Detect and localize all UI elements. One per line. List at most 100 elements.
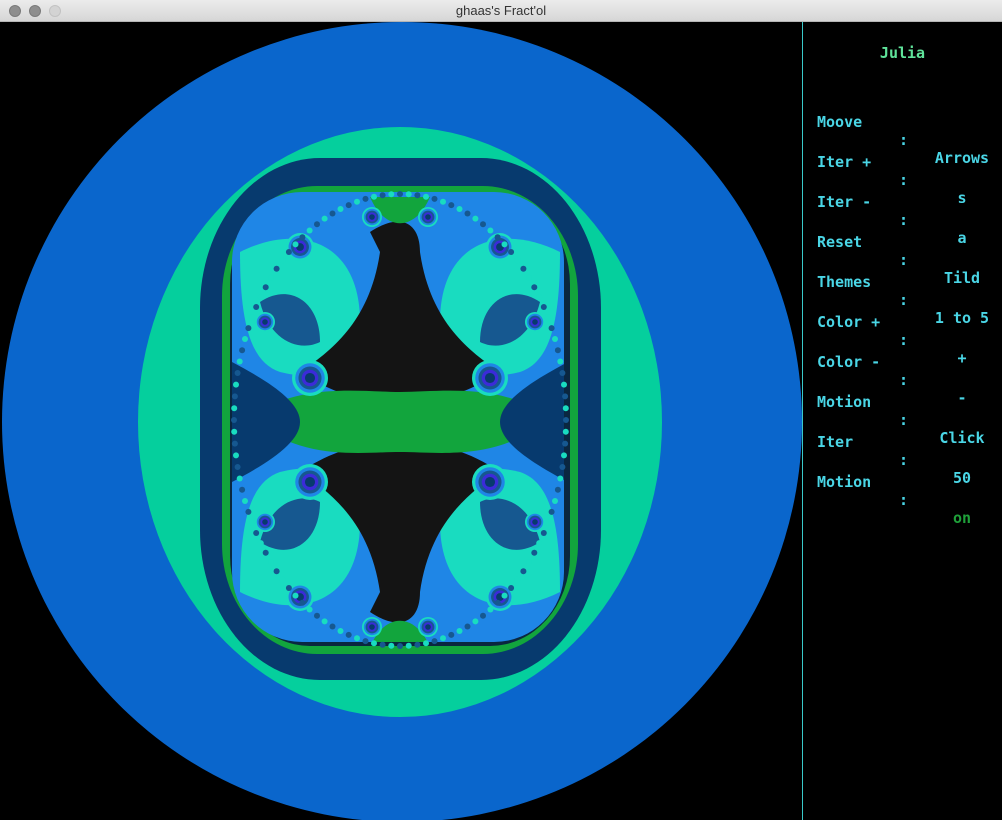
- fractal-border-bead: [233, 381, 239, 388]
- row-sep: :: [899, 291, 909, 309]
- fractal-border-bead: [257, 540, 264, 547]
- row-value: Tild: [943, 269, 981, 287]
- row-sep: :: [899, 251, 909, 269]
- fractal-border-bead: [321, 215, 328, 222]
- fractal-border-bead: [253, 304, 260, 310]
- fractal-border-bead: [371, 640, 377, 647]
- row-reset: Reset : Tild: [817, 215, 980, 287]
- fractal-spiral-ring: [304, 476, 316, 488]
- fractal-border-bead: [379, 641, 386, 648]
- fractal-border-bead: [456, 206, 463, 212]
- fractal-border-bead: [487, 606, 494, 613]
- julia-fractal-render[interactable]: [0, 22, 802, 820]
- fractal-border-bead: [234, 464, 241, 470]
- fractal-border-bead: [536, 540, 543, 547]
- fractal-border-bead: [544, 519, 551, 526]
- row-value: s: [957, 189, 967, 207]
- fractal-border-bead: [464, 623, 471, 630]
- fractal-spiral-ring: [425, 624, 431, 630]
- row-color-plus: Color + : +: [817, 295, 967, 367]
- controls-panel: Julia Moove : Arrows Iter + : s Iter - :…: [803, 22, 1002, 820]
- fractal-canvas[interactable]: [0, 22, 802, 820]
- fractal-border-bead: [562, 393, 569, 400]
- fractal-border-bead: [231, 440, 238, 447]
- row-value: Click: [939, 429, 985, 447]
- fractal-border-bead: [279, 257, 286, 264]
- fractal-border-bead: [501, 592, 508, 599]
- fractal-border-bead: [257, 293, 264, 300]
- fractal-border-bead: [414, 641, 421, 648]
- fractal-border-bead: [329, 623, 336, 630]
- row-value: Arrows: [934, 149, 990, 167]
- fractal-border-bead: [557, 475, 564, 482]
- fractal-border-bead: [464, 210, 471, 217]
- fractal-border-bead: [397, 191, 403, 197]
- fractal-border-bead: [231, 393, 238, 400]
- fractal-border-bead: [242, 336, 248, 342]
- fractal-border-bead: [526, 559, 532, 566]
- fractal-spiral-ring: [369, 624, 375, 630]
- fractal-border-bead: [371, 193, 377, 200]
- fractal-border-bead: [379, 192, 386, 199]
- row-sep: :: [899, 171, 909, 189]
- row-themes: Themes : 1 to 5: [817, 255, 989, 327]
- fractal-border-bead: [233, 452, 239, 459]
- row-sep: :: [899, 491, 909, 509]
- app-window: ghaas's Fract'ol Julia Moove: Arrows It…: [0, 0, 1002, 820]
- row-sep: :: [899, 131, 909, 149]
- fractal-spiral-ring: [532, 319, 538, 325]
- row-sep: :: [899, 371, 909, 389]
- fractal-border-bead: [268, 274, 274, 281]
- title-bar[interactable]: ghaas's Fract'ol: [0, 0, 1002, 22]
- fractal-border-bead: [236, 475, 243, 482]
- window-title: ghaas's Fract'ol: [455, 3, 547, 18]
- fractal-border-bead: [354, 635, 360, 642]
- fractal-border-bead: [292, 592, 299, 599]
- fractal-border-bead: [448, 631, 455, 638]
- fractal-border-bead: [472, 215, 479, 222]
- fractal-border-bead: [448, 202, 455, 209]
- fractal-border-bead: [231, 405, 238, 412]
- fractal-border-bead: [494, 599, 501, 606]
- fractal-border-bead: [405, 642, 412, 649]
- fractal-border-bead: [559, 464, 566, 470]
- row-iter-count: Iter : 50: [817, 415, 971, 487]
- fractal-border-bead: [544, 314, 551, 321]
- fractal-border-bead: [540, 304, 547, 310]
- fractal-border-bead: [231, 428, 238, 435]
- fractal-border-bead: [540, 530, 547, 536]
- fractal-border-bead: [423, 640, 429, 647]
- fractal-border-bead: [554, 347, 561, 354]
- fractal-border-bead: [536, 293, 543, 300]
- row-value: -: [957, 389, 967, 407]
- fractal-border-bead: [414, 192, 421, 199]
- fractal-border-bead: [552, 498, 558, 504]
- fractal-border-bead: [249, 314, 256, 321]
- fractal-border-bead: [562, 440, 569, 447]
- fractal-border-bead: [514, 576, 521, 583]
- fractal-border-bead: [362, 195, 369, 202]
- fractal-border-bead: [388, 191, 395, 198]
- fractal-border-bead: [273, 568, 280, 575]
- fractal-border-bead: [559, 370, 566, 376]
- fractal-border-bead: [520, 265, 527, 272]
- row-color-minus: Color - : -: [817, 335, 967, 407]
- fractal-border-bead: [231, 417, 237, 423]
- fractal-border-bead: [314, 221, 320, 228]
- row-value: a: [957, 229, 967, 247]
- fractal-spiral-ring: [484, 372, 496, 384]
- fractal-spiral-ring: [262, 519, 268, 525]
- row-key: Iter +: [817, 153, 872, 171]
- row-value: +: [957, 349, 967, 367]
- motion-status-value: on: [952, 509, 972, 527]
- fractal-border-bead: [562, 405, 569, 412]
- fractal-border-bead: [440, 635, 446, 642]
- fractal-border-bead: [285, 249, 292, 255]
- fractal-border-bead: [345, 631, 352, 638]
- row-key: Moove: [817, 113, 863, 131]
- fractal-border-bead: [239, 486, 246, 493]
- fractal-border-bead: [239, 347, 246, 354]
- row-key: Motion: [817, 473, 872, 491]
- fractal-border-bead: [531, 284, 538, 291]
- fractal-border-bead: [279, 576, 286, 583]
